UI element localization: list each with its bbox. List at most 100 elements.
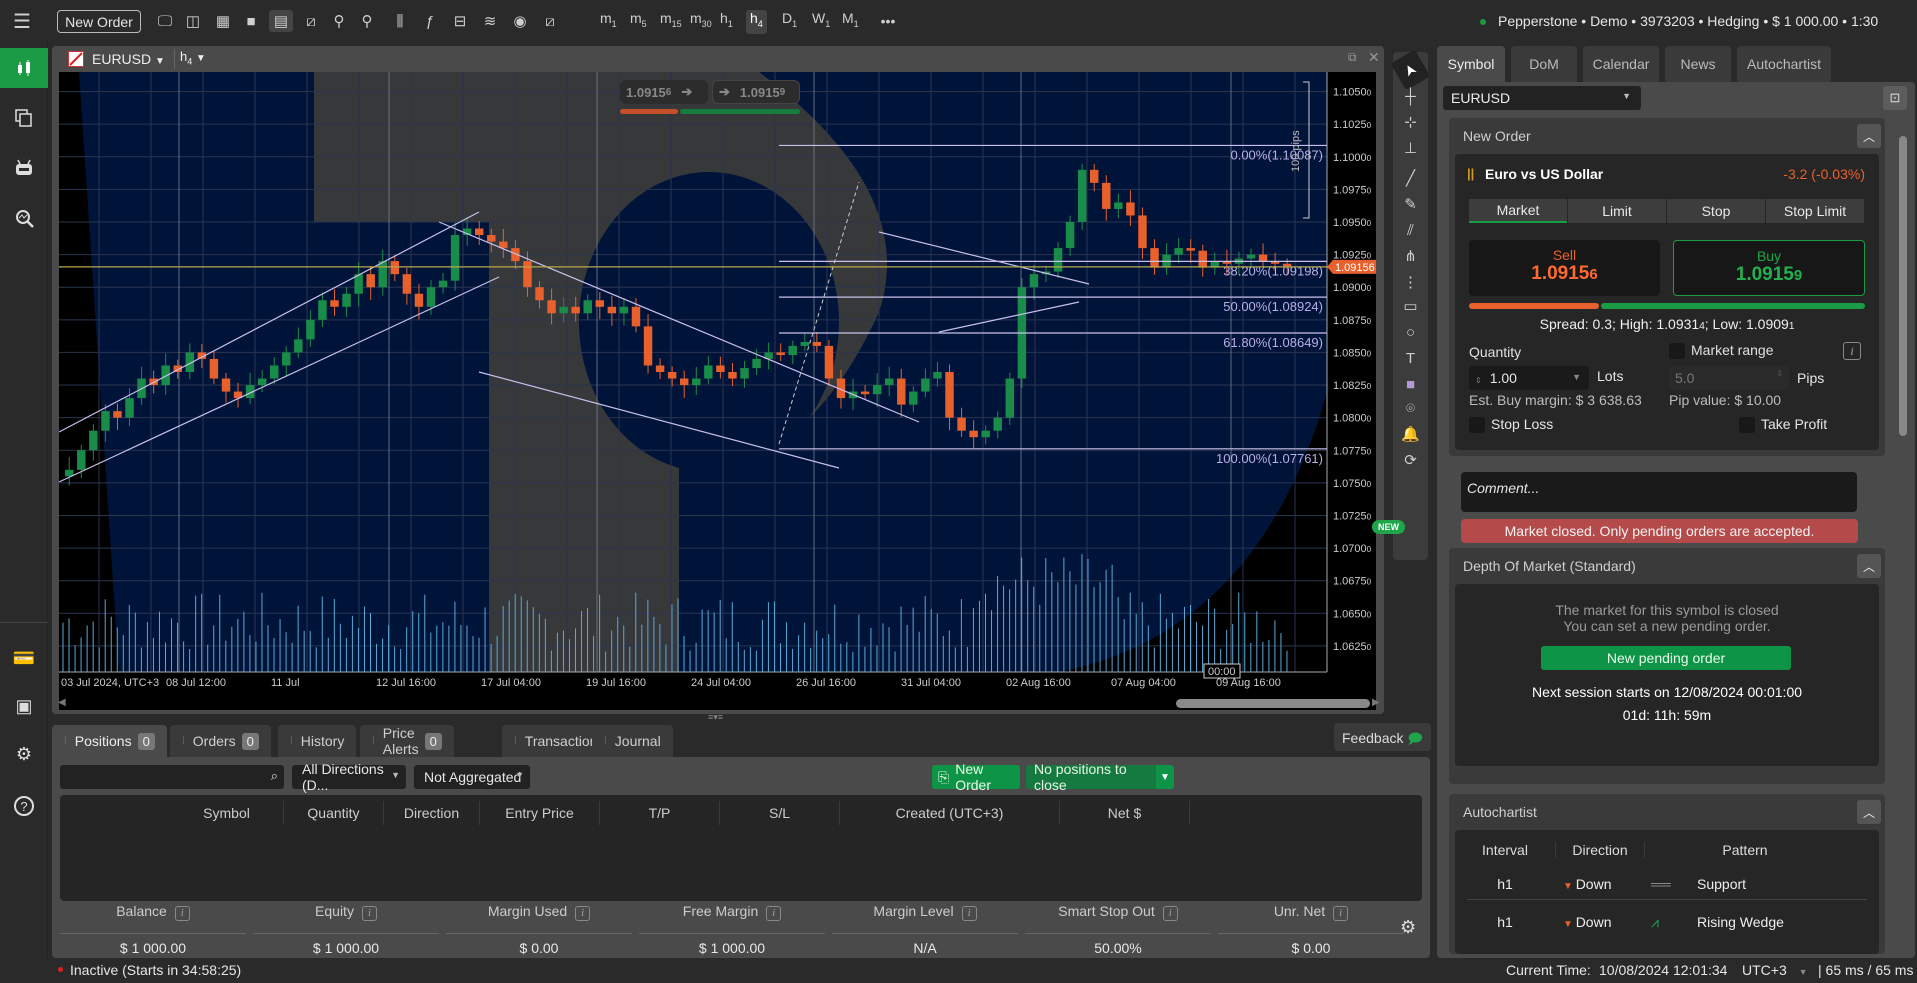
feedback-button[interactable]: Feedback 🗩 [1334, 723, 1431, 751]
info-icon[interactable]: i [766, 906, 782, 921]
add-chart-icon[interactable]: ⊡ [1883, 86, 1907, 110]
help-icon[interactable]: ? [0, 786, 48, 826]
autochartist-row[interactable]: h1 ▼ Down ⩘ Rising Wedge [1467, 908, 1867, 938]
sell-button[interactable]: Sell 1.09156 [1469, 240, 1660, 296]
tab-orders[interactable]: ⁞ Orders 0 [170, 725, 271, 757]
text-icon[interactable]: T [1395, 344, 1426, 372]
layout-split-icon[interactable]: ◫ [181, 10, 205, 32]
collapse-icon[interactable]: ︿ [1857, 124, 1881, 148]
tab-journal[interactable]: ⁞ Journal [592, 725, 673, 757]
pen-icon[interactable]: ✎ [1395, 190, 1426, 218]
autochartist-row[interactable]: h1 ▼ Down ══ Support [1467, 870, 1867, 900]
timeframe-h1[interactable]: h1 [716, 10, 737, 34]
timeframe-h4[interactable]: h4 [746, 10, 767, 34]
direction-filter-select[interactable]: All Directions (D... ▼ [292, 761, 406, 793]
take-profit-checkbox[interactable]: Take Profit [1739, 416, 1827, 434]
atm-icon[interactable]: 💳 [0, 638, 48, 678]
camera-icon[interactable]: ⌾ [1395, 394, 1426, 422]
buy-button[interactable]: Buy 1.09159 [1673, 240, 1865, 296]
column-header[interactable]: S/L [720, 801, 840, 825]
info-icon[interactable]: i [1333, 906, 1349, 921]
grid-4-icon[interactable]: ▦ [211, 10, 235, 32]
market-range-pips-input[interactable]: 5.0 ⇕ [1669, 366, 1789, 390]
wallet-icon[interactable]: ▣ [0, 686, 48, 726]
column-header[interactable]: Symbol [170, 801, 284, 825]
quantity-stepper[interactable]: ⇕ 1.00 ▼ [1469, 366, 1589, 390]
timeframe-M1[interactable]: M1 [838, 10, 863, 34]
pitchfork-icon[interactable]: ⋔ [1395, 242, 1426, 270]
market-range-checkbox[interactable]: Market range [1669, 342, 1773, 360]
chart-type-icon[interactable]: ⫼ [388, 10, 412, 32]
settings-icon[interactable]: ⚙ [0, 734, 48, 774]
panel-resize-handle[interactable]: ≡▾≡ [708, 712, 723, 723]
account-info[interactable]: Pepperstone • Demo • 3973203 • Hedging •… [1480, 13, 1878, 29]
col-pattern[interactable]: Pattern [1645, 842, 1845, 858]
more-timeframes-button[interactable]: ••• [876, 10, 900, 32]
replay-icon[interactable]: ⟳ [1395, 446, 1426, 474]
tab-history[interactable]: ⁞ History [278, 725, 357, 757]
zoom-in-icon[interactable]: ⚲ [355, 10, 379, 32]
collapse-icon[interactable]: ︿ [1857, 554, 1881, 578]
tab-price-alerts[interactable]: ⁞ Price Alerts 0 [360, 725, 454, 757]
alert-bell-icon[interactable]: 🔔 [1395, 420, 1426, 448]
tab-positions[interactable]: ⁞ Positions 0 [52, 725, 167, 757]
ellipse-icon[interactable]: ○ [1395, 318, 1426, 346]
tab-dom[interactable]: DoM [1511, 46, 1577, 82]
summary-settings-icon[interactable]: ⚙ [1400, 917, 1416, 938]
timezone-selector[interactable]: UTC+3 ▼ [1742, 962, 1808, 978]
order-type-stop[interactable]: Stop [1667, 199, 1765, 223]
robot-icon[interactable]: ⊟ [448, 10, 472, 32]
tab-symbol[interactable]: Symbol [1437, 46, 1505, 82]
tab-calendar[interactable]: Calendar [1583, 46, 1659, 82]
info-icon[interactable]: i [1162, 906, 1178, 921]
trendline-icon[interactable]: ╱ [1395, 164, 1426, 192]
positions-search-input[interactable]: ⌕ [60, 765, 284, 789]
order-type-limit[interactable]: Limit [1568, 199, 1666, 223]
zoom-out-icon[interactable]: ⚲ [327, 10, 351, 32]
new-order-button[interactable]: New Order [57, 10, 141, 33]
drag-handle-icon[interactable]: || [1467, 166, 1474, 181]
price-chart[interactable]: 1.10500 1.10250 1.10000 1.09750 1.09500 1.092… [59, 72, 1376, 710]
single-view-icon[interactable]: ■ [239, 10, 263, 32]
stop-loss-checkbox[interactable]: Stop Loss [1469, 416, 1553, 434]
copy-icon[interactable] [0, 98, 48, 138]
comment-input[interactable]: Comment... [1461, 472, 1857, 512]
timeframe-m5[interactable]: m5 [626, 10, 651, 34]
indicators-icon[interactable]: ƒ [418, 10, 442, 32]
order-type-stop-limit[interactable]: Stop Limit [1766, 199, 1864, 223]
chart-monitor-icon[interactable]: 🖵 [153, 10, 177, 32]
chart-timeframe-selector[interactable]: h4 ▼ [180, 49, 206, 67]
quick-buy-button[interactable]: ➔ 1.0915 9 [712, 80, 800, 104]
crosshair-icon[interactable]: ┼ [1395, 82, 1426, 110]
info-icon[interactable]: i [1843, 342, 1861, 360]
col-direction[interactable]: Direction [1555, 842, 1645, 858]
close-positions-button[interactable]: No positions to close [1026, 761, 1156, 793]
right-panel-scrollbar[interactable] [1899, 136, 1907, 436]
trade-chart-icon[interactable] [0, 48, 48, 88]
symbol-select[interactable]: EURUSD ▼ [1443, 86, 1641, 110]
timeframe-m1[interactable]: m1 [596, 10, 621, 34]
timeframe-m30[interactable]: m30 [686, 10, 716, 34]
column-header[interactable]: Direction [384, 801, 480, 825]
info-icon[interactable]: i [174, 906, 190, 921]
crosshair-snap-icon[interactable]: ⊹ [1395, 108, 1426, 136]
fibonacci-icon[interactable]: ⫽ [1395, 216, 1426, 244]
hamburger-menu-icon[interactable]: ☰ [10, 10, 34, 33]
quick-sell-button[interactable]: 1.0915 6 ➔ [620, 80, 708, 104]
info-icon[interactable]: i [961, 906, 977, 921]
chart-add-icon[interactable]: ⧄ [299, 10, 323, 32]
collapse-icon[interactable]: ︿ [1857, 800, 1881, 824]
tab-news[interactable]: News [1665, 46, 1731, 82]
column-header[interactable]: Created (UTC+3) [840, 801, 1060, 825]
new-pending-order-button[interactable]: New pending order [1541, 646, 1791, 670]
analyze-icon[interactable] [0, 198, 48, 238]
multi-view-icon[interactable]: ▤ [269, 10, 293, 32]
column-header[interactable]: Net $ [1060, 801, 1190, 825]
timeframe-W1[interactable]: W1 [808, 10, 834, 34]
chart-horizontal-scrollbar[interactable]: ◀ ▶ [58, 697, 1380, 710]
column-header[interactable]: Quantity [284, 801, 384, 825]
chart-settings-icon[interactable]: ⧄ [538, 10, 562, 32]
info-icon[interactable]: i [575, 906, 591, 921]
column-header[interactable]: Entry Price [480, 801, 600, 825]
chart-symbol-selector[interactable]: EURUSD ▼ [92, 51, 165, 67]
